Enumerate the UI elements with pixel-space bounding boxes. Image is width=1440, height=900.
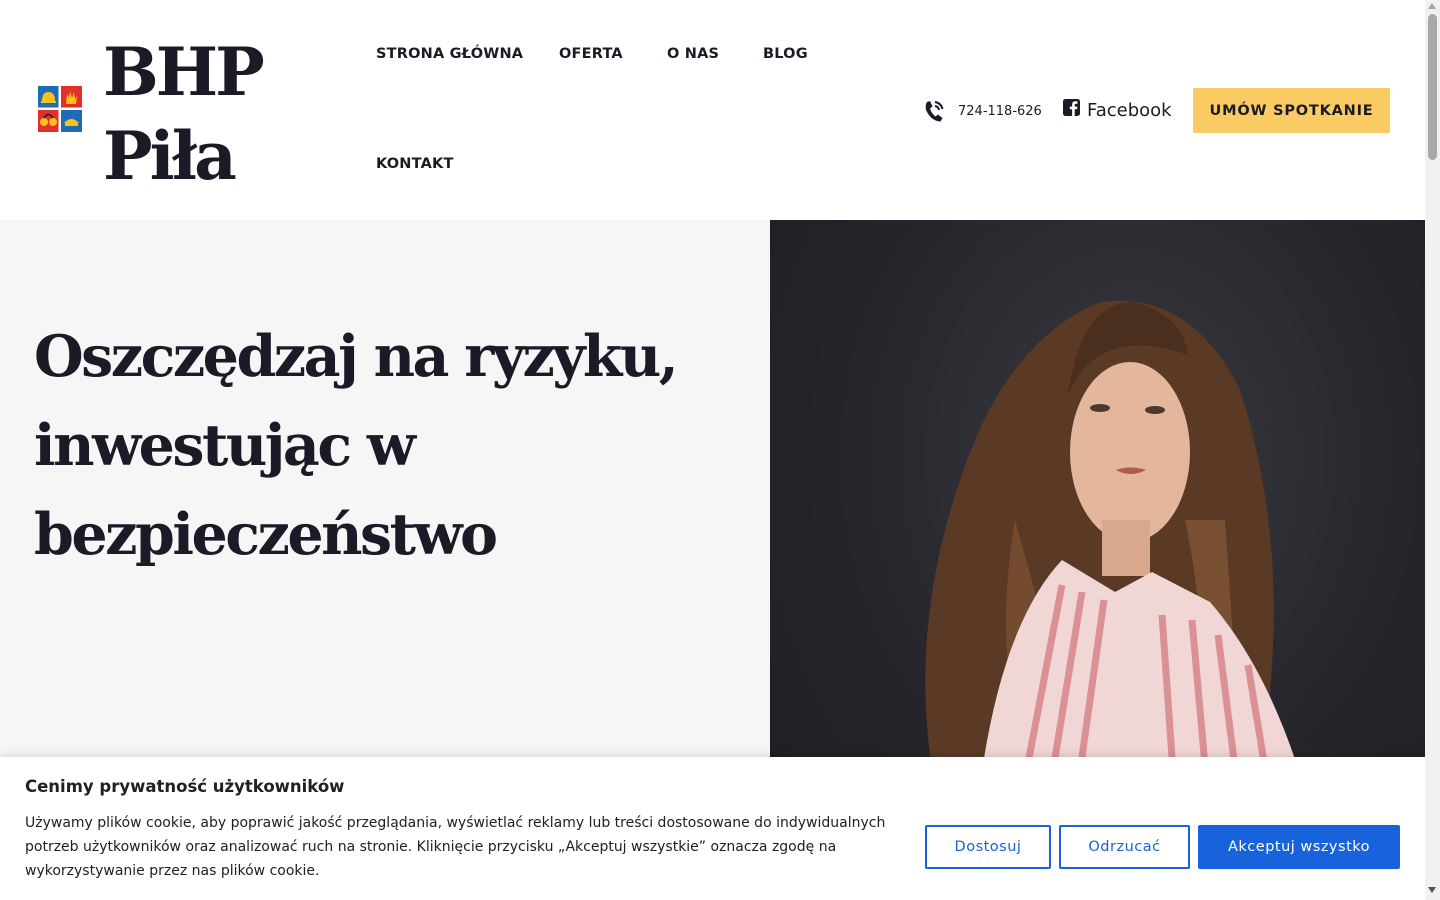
cookie-accept-all-button[interactable]: Akceptuj wszystko — [1198, 825, 1400, 869]
cookie-reject-button[interactable]: Odrzucać — [1059, 825, 1190, 869]
cookie-title: Cenimy prywatność użytkowników — [25, 777, 345, 796]
nav-blog[interactable]: BLOG — [763, 46, 808, 62]
safety-equipment-logo-icon[interactable] — [38, 86, 82, 132]
logo-line-1: BHP — [103, 33, 265, 111]
site-logo-text[interactable]: BHP Piła — [103, 30, 265, 198]
scroll-down-arrow-icon[interactable] — [1428, 887, 1436, 893]
nav-offer[interactable]: OFERTA — [559, 46, 623, 62]
nav-contact[interactable]: KONTAKT — [376, 156, 454, 172]
cookie-consent-banner: Cenimy prywatność użytkowników Używamy p… — [0, 757, 1425, 900]
phone-number: 724-118-626 — [958, 103, 1042, 119]
facebook-square-icon — [1063, 99, 1080, 121]
phone-link[interactable]: 724-118-626 — [922, 98, 1042, 128]
facebook-link[interactable]: Facebook — [1063, 99, 1172, 121]
scrollbar-thumb[interactable] — [1428, 14, 1437, 160]
cookie-description: Używamy plików cookie, aby poprawić jako… — [25, 815, 886, 879]
page: BHP Piła STRONA GŁÓWNA OFERTA O NAS BLOG… — [0, 0, 1425, 900]
book-meeting-button[interactable]: UMÓW SPOTKANIE — [1193, 88, 1390, 133]
scroll-up-arrow-icon[interactable] — [1428, 3, 1436, 9]
nav-about[interactable]: O NAS — [667, 46, 719, 62]
page-scrollbar[interactable] — [1425, 0, 1440, 900]
phone-ringing-icon — [922, 98, 946, 128]
nav-home[interactable]: STRONA GŁÓWNA — [376, 46, 523, 62]
facebook-label: Facebook — [1087, 99, 1172, 121]
site-header: BHP Piła STRONA GŁÓWNA OFERTA O NAS BLOG… — [0, 0, 1425, 220]
logo-line-2: Piła — [103, 117, 237, 195]
hero-headline: Oszczędzaj na ryzyku, inwestując w bezpi… — [34, 323, 679, 568]
cookie-customize-button[interactable]: Dostosuj — [925, 825, 1051, 869]
